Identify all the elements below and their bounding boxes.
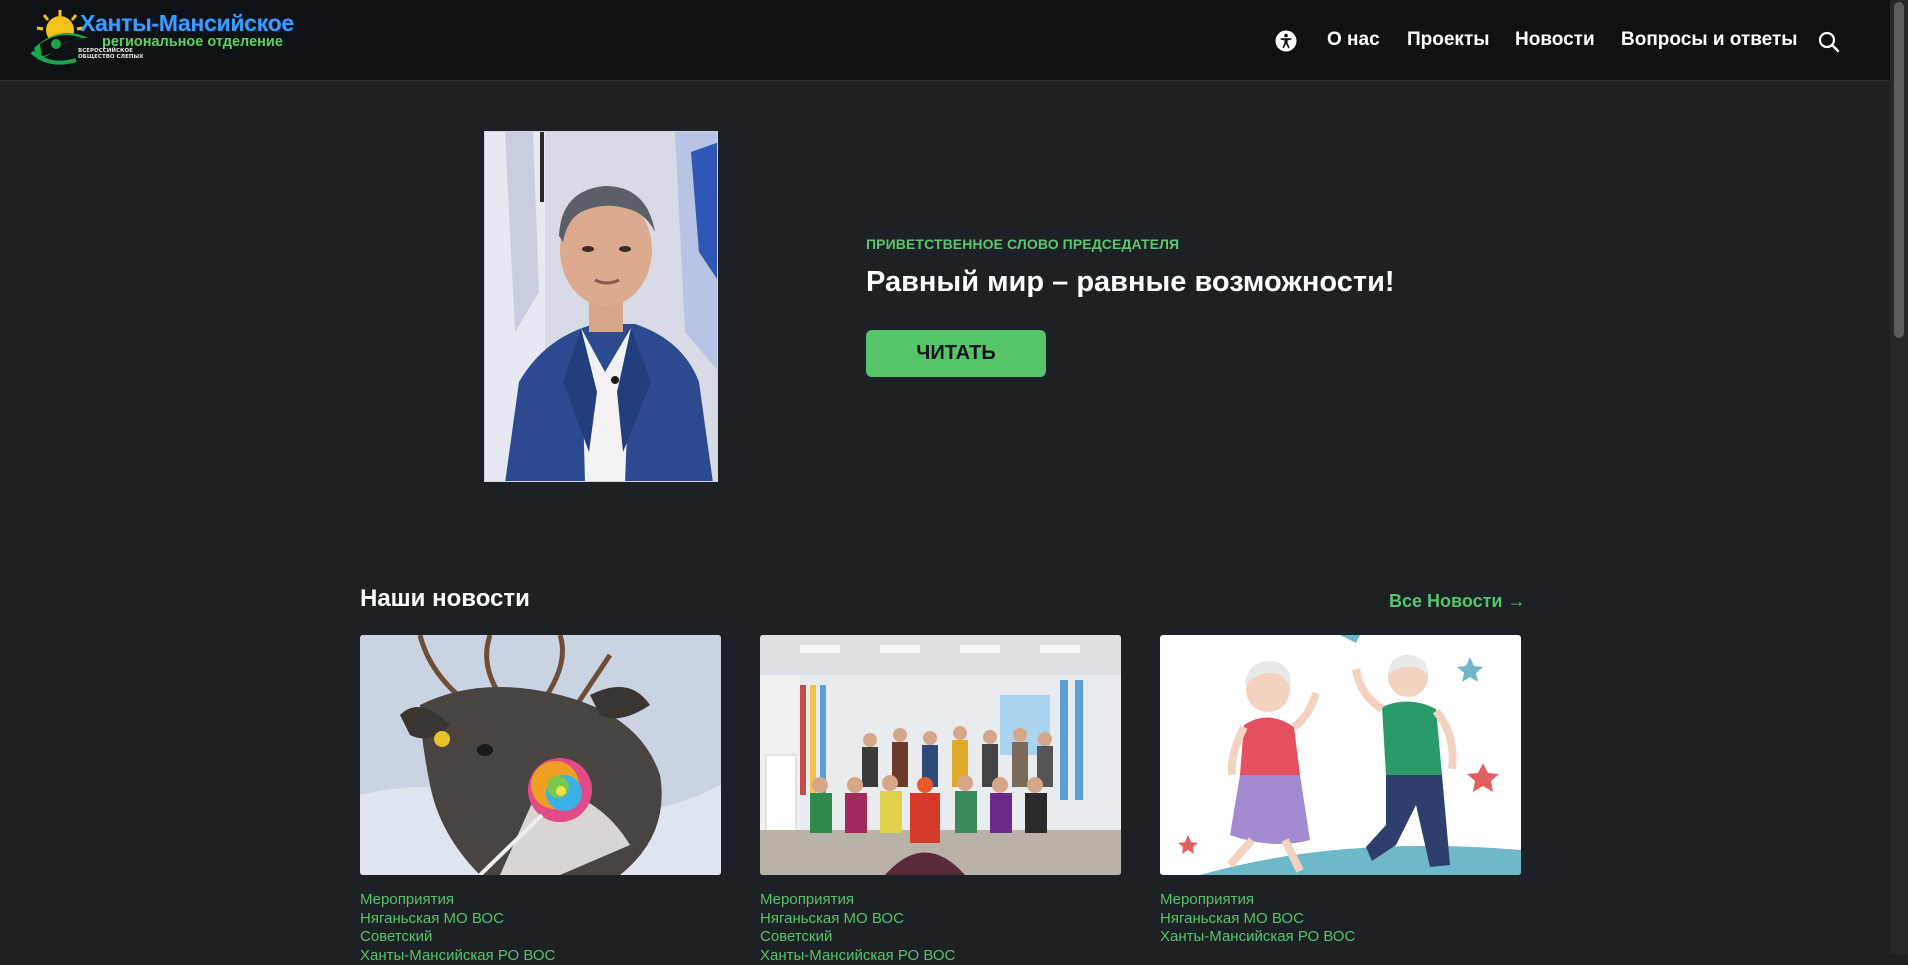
search-icon[interactable] bbox=[1818, 31, 1840, 53]
news-tag[interactable]: Мероприятия bbox=[1160, 891, 1521, 910]
nav-projects[interactable]: Проекты bbox=[1407, 29, 1489, 51]
news-tag[interactable]: Ханты-Мансийская РО ВОС bbox=[360, 947, 721, 965]
hero-title: Равный мир – равные возможности! bbox=[866, 266, 1395, 299]
page-scrollbar[interactable] bbox=[1890, 0, 1908, 954]
news-tag[interactable]: Мероприятия bbox=[760, 891, 1121, 910]
logo-small-text: ВСЕРОССИЙСКОЕ ОБЩЕСТВО СЛЕПЫХ bbox=[78, 49, 148, 60]
news-tag[interactable]: Няганьская МО ВОС bbox=[360, 910, 721, 929]
site-logo[interactable]: Ханты-Мансийское региональное отделение … bbox=[30, 8, 290, 76]
news-heading: Наши новости bbox=[360, 585, 530, 613]
nav-about[interactable]: О нас bbox=[1327, 29, 1380, 51]
site-header: Ханты-Мансийское региональное отделение … bbox=[0, 0, 1890, 81]
chairman-photo bbox=[485, 132, 718, 482]
chairman-portrait bbox=[484, 131, 718, 482]
news-tag[interactable]: Советский bbox=[760, 928, 1121, 947]
all-news-link[interactable]: Все Новости → bbox=[1389, 591, 1526, 612]
hero-eyebrow: ПРИВЕТСТВЕННОЕ СЛОВО ПРЕДСЕДАТЕЛЯ bbox=[866, 236, 1179, 252]
news-card[interactable]: Мероприятия Няганьская МО ВОС Советский … bbox=[760, 635, 1121, 965]
news-tag[interactable]: Няганьская МО ВОС bbox=[760, 910, 1121, 929]
logo-title: Ханты-Мансийское bbox=[80, 10, 294, 37]
news-card[interactable]: Мероприятия Няганьская МО ВОС Советский … bbox=[360, 635, 721, 965]
news-image-group-photo[interactable] bbox=[760, 635, 1121, 875]
news-tags: Мероприятия Няганьская МО ВОС Ханты-Манс… bbox=[1160, 891, 1521, 947]
news-tag[interactable]: Ханты-Мансийская РО ВОС bbox=[760, 947, 1121, 965]
nav-faq[interactable]: Вопросы и ответы bbox=[1621, 29, 1798, 51]
news-tag[interactable]: Советский bbox=[360, 928, 721, 947]
news-card[interactable]: Мероприятия Няганьская МО ВОС Ханты-Манс… bbox=[1160, 635, 1521, 947]
news-tag[interactable]: Мероприятия bbox=[360, 891, 721, 910]
news-image-reindeer[interactable] bbox=[360, 635, 721, 875]
read-button[interactable]: ЧИТАТЬ bbox=[866, 330, 1046, 377]
nav-news[interactable]: Новости bbox=[1515, 29, 1595, 51]
scrollbar-thumb[interactable] bbox=[1894, 2, 1904, 338]
news-tag[interactable]: Ханты-Мансийская РО ВОС bbox=[1160, 928, 1521, 947]
accessibility-icon[interactable] bbox=[1275, 30, 1297, 52]
news-tag[interactable]: Няганьская МО ВОС bbox=[1160, 910, 1521, 929]
news-image-dancing-couple[interactable] bbox=[1160, 635, 1521, 875]
